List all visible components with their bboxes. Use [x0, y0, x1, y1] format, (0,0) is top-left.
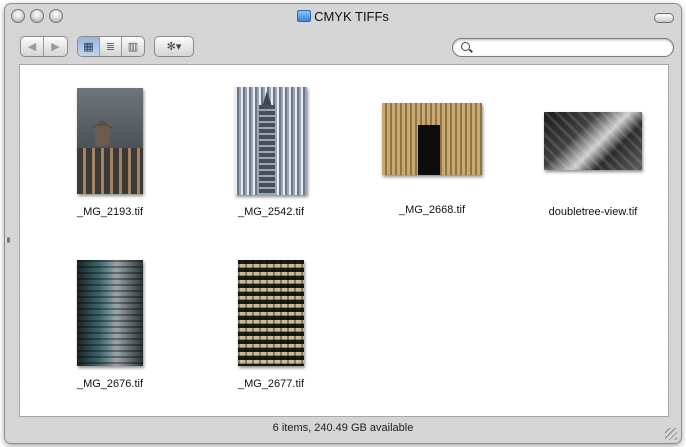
view-mode-control: ▦ ≣ ▥ [77, 36, 145, 57]
tiff-thumbnail-icon [544, 112, 642, 170]
list-view-icon: ≣ [105, 41, 116, 53]
tiff-thumbnail-icon [77, 260, 143, 366]
window-title-text: CMYK TIFFs [314, 9, 389, 24]
status-text: 6 items, 240.49 GB available [272, 422, 414, 434]
window-title: CMYK TIFFs [5, 9, 681, 24]
photo-detail [259, 105, 275, 195]
photo-detail [95, 126, 109, 146]
column-view-icon: ▥ [127, 41, 139, 53]
search-icon [461, 42, 470, 51]
search-input[interactable] [475, 40, 663, 55]
title-bar[interactable]: CMYK TIFFs [5, 4, 681, 28]
file-item[interactable]: _MG_2676.tif [45, 253, 175, 403]
file-icon-view[interactable]: _MG_2193.tif _MG_2542.tif _MG_2668.tif d… [19, 64, 669, 417]
thumbnail-container [206, 81, 336, 201]
icon-view-icon: ▦ [83, 41, 94, 53]
forward-arrow-icon: ▶ [51, 41, 60, 53]
photo-detail [77, 148, 143, 194]
file-item[interactable]: doubletree-view.tif [528, 81, 658, 231]
file-item[interactable]: _MG_2668.tif [367, 79, 497, 229]
thumbnail-container [528, 81, 658, 201]
file-name: _MG_2668.tif [398, 204, 466, 216]
folder-icon [297, 10, 312, 22]
thumbnail-container [45, 81, 175, 201]
toolbar-toggle-button[interactable] [654, 13, 674, 23]
toolbar: ◀ ▶ ▦ ≣ ▥ ✻▾ [5, 32, 681, 62]
back-button[interactable]: ◀ [21, 37, 45, 56]
file-name: _MG_2676.tif [76, 378, 144, 390]
list-view-button[interactable]: ≣ [100, 37, 122, 56]
finder-window: CMYK TIFFs ◀ ▶ ▦ ≣ ▥ ✻▾ _MG_2193.tif _MG… [4, 3, 682, 444]
file-name: doubletree-view.tif [548, 206, 638, 218]
file-item[interactable]: _MG_2542.tif [206, 81, 336, 231]
gear-icon: ✻▾ [166, 41, 182, 53]
action-menu-button[interactable]: ✻▾ [155, 37, 193, 56]
tiff-thumbnail-icon [235, 87, 307, 195]
thumbnail-container [206, 253, 336, 373]
forward-button[interactable]: ▶ [44, 37, 67, 56]
back-arrow-icon: ◀ [27, 41, 37, 53]
file-name: _MG_2193.tif [76, 206, 144, 218]
action-menu-control: ✻▾ [154, 36, 194, 57]
file-item[interactable]: _MG_2677.tif [206, 253, 336, 403]
resize-handle-icon[interactable] [665, 428, 677, 440]
file-name: _MG_2542.tif [237, 206, 305, 218]
status-bar: 6 items, 240.49 GB available [5, 417, 681, 443]
photo-detail [418, 125, 440, 175]
tiff-thumbnail-icon [77, 88, 143, 194]
file-item[interactable]: _MG_2193.tif [45, 81, 175, 231]
file-name: _MG_2677.tif [237, 378, 305, 390]
icon-view-button[interactable]: ▦ [78, 37, 100, 56]
tiff-thumbnail-icon [382, 103, 482, 175]
thumbnail-container [367, 79, 497, 199]
search-field[interactable] [452, 38, 674, 57]
drawer-handle[interactable] [7, 237, 10, 243]
thumbnail-container [45, 253, 175, 373]
tiff-thumbnail-icon [238, 260, 304, 366]
back-forward-control: ◀ ▶ [20, 36, 68, 57]
column-view-button[interactable]: ▥ [122, 37, 144, 56]
